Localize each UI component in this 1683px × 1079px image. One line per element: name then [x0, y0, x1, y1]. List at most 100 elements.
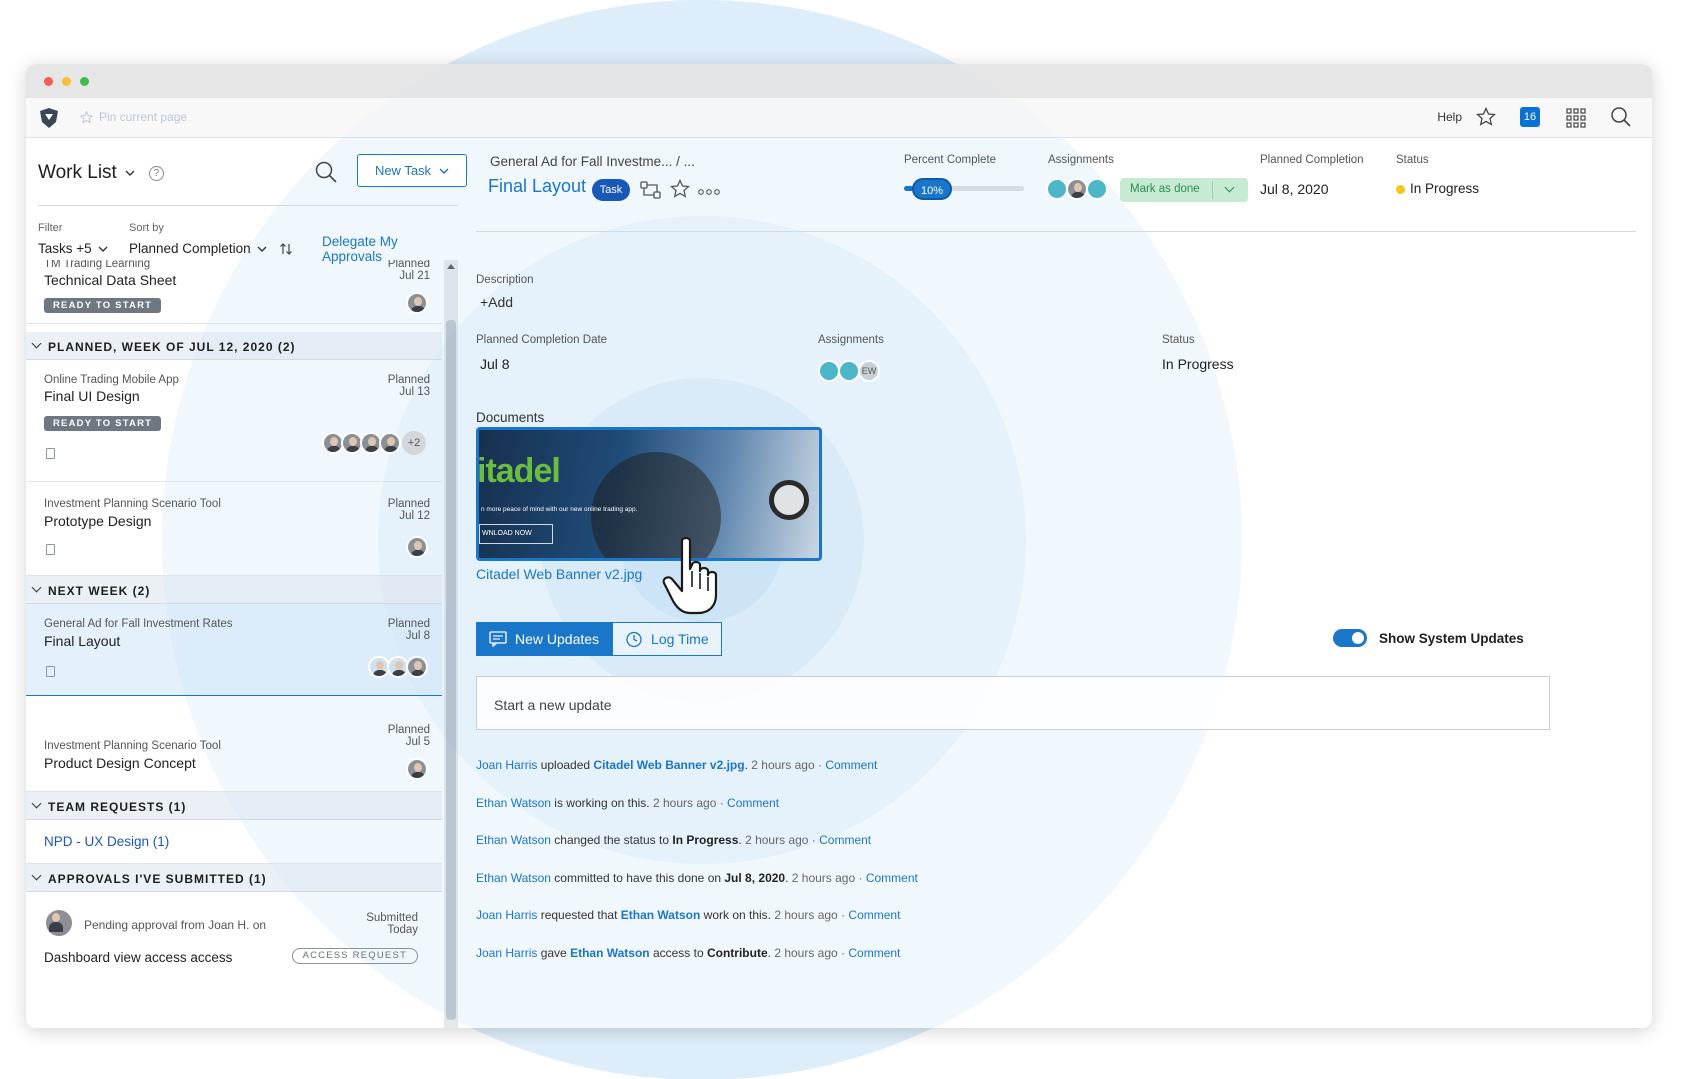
document-thumbnail[interactable]: itadel n more peace of mind with our new…: [476, 427, 822, 561]
new-update-input[interactable]: Start a new update: [476, 676, 1550, 730]
percent-slider-handle[interactable]: 10%: [912, 178, 952, 200]
list-item[interactable]: Online Trading Mobile App Final UI Desig…: [26, 360, 442, 482]
hand-cursor-icon: [662, 536, 718, 615]
team-avatar: [1046, 178, 1068, 200]
sort-value: Planned Completion: [129, 241, 251, 256]
help-circle-icon[interactable]: ?: [148, 165, 164, 181]
avatar: [406, 656, 428, 678]
hierarchy-icon[interactable]: [640, 180, 662, 200]
list-item[interactable]: Investment Planning Scenario Tool Produc…: [26, 696, 442, 792]
approval-item[interactable]: Pending approval from Joan H. on Dashboa…: [26, 892, 442, 982]
work-list-scrollbar[interactable]: [444, 260, 458, 1028]
document-name-link[interactable]: Citadel Web Banner v2.jpg: [476, 566, 642, 582]
tab-log-time-label: Log Time: [651, 631, 709, 647]
tab-new-updates[interactable]: New Updates: [476, 622, 613, 656]
planned-completion-date-value[interactable]: Jul 8: [480, 356, 510, 372]
feed-user-link[interactable]: Ethan Watson: [476, 833, 551, 847]
close-window-button[interactable]: [44, 77, 53, 86]
item-name: Prototype Design: [44, 513, 152, 529]
more-assignees-badge[interactable]: +2: [402, 431, 426, 455]
apps-grid-icon[interactable]: [1566, 108, 1586, 128]
feed-user-link[interactable]: Ethan Watson: [476, 796, 551, 810]
section-header-planned-week[interactable]: PLANNED, WEEK OF JUL 12, 2020 (2): [26, 332, 442, 360]
item-planned: Planned Jul 21: [388, 260, 430, 282]
section-header-approvals[interactable]: APPROVALS I'VE SUBMITTED (1): [26, 864, 442, 892]
feed-comment-link[interactable]: Comment: [825, 758, 877, 772]
feed-time: 2 hours ago: [741, 833, 809, 847]
item-project: Online Trading Mobile App: [44, 374, 179, 386]
system-updates-label: Show System Updates: [1379, 631, 1524, 646]
item-project: Investment Planning Scenario Tool: [44, 740, 221, 752]
favorites-star-icon[interactable]: [1476, 107, 1496, 127]
sort-direction-icon[interactable]: [279, 242, 293, 256]
feed-separator: ·: [855, 870, 866, 885]
favorite-star-icon[interactable]: [670, 179, 690, 199]
system-updates-toggle[interactable]: [1333, 629, 1367, 647]
assignments-label-2: Assignments: [818, 334, 884, 346]
chevron-down-icon[interactable]: [1224, 182, 1235, 193]
document-icon: [46, 666, 55, 677]
filter-dropdown[interactable]: Tasks +5: [38, 241, 108, 256]
task-title[interactable]: Final Layout: [488, 176, 586, 197]
notifications-badge[interactable]: 16: [1520, 107, 1540, 127]
maximize-window-button[interactable]: [80, 77, 89, 86]
feed-comment-link[interactable]: Comment: [819, 833, 871, 847]
feed-tail: access to: [649, 945, 707, 960]
new-task-button[interactable]: New Task: [357, 154, 467, 187]
team-request-link[interactable]: NPD - UX Design (1): [44, 834, 169, 849]
update-placeholder: Start a new update: [494, 697, 612, 713]
list-item[interactable]: Investment Planning Scenario Tool Protot…: [26, 482, 442, 576]
section-header-next-week[interactable]: NEXT WEEK (2): [26, 576, 442, 604]
feed-extra: Contribute: [706, 945, 768, 960]
sort-dropdown[interactable]: Planned Completion: [129, 241, 293, 256]
pin-current-page[interactable]: Pin current page: [80, 110, 187, 124]
scroll-up-arrow-icon[interactable]: [447, 264, 455, 269]
help-link[interactable]: Help: [1437, 110, 1462, 124]
status-value[interactable]: In Progress: [1396, 181, 1479, 196]
feed-tail: work on this.: [700, 908, 772, 922]
tab-log-time[interactable]: Log Time: [612, 622, 722, 656]
feed-separator: ·: [837, 908, 849, 922]
feed-comment-link[interactable]: Comment: [848, 946, 900, 960]
team-avatar: [838, 360, 860, 382]
planned-completion-value[interactable]: Jul 8, 2020: [1260, 181, 1329, 197]
item-name: Product Design Concept: [44, 755, 196, 771]
chevron-down-icon: [125, 170, 135, 176]
feed-user-link[interactable]: Joan Harris: [476, 758, 537, 772]
planned-date: Jul 8: [405, 630, 430, 642]
planned-completion-date-label: Planned Completion Date: [476, 334, 608, 346]
status-value-2[interactable]: In Progress: [1162, 356, 1234, 372]
add-description-link[interactable]: +Add: [480, 294, 513, 310]
feed-target[interactable]: Ethan Watson: [570, 946, 650, 960]
team-avatar: [1086, 178, 1108, 200]
feed-user-link[interactable]: Joan Harris: [476, 908, 537, 922]
list-item[interactable]: TM Trading Learning Technical Data Sheet…: [26, 260, 442, 324]
breadcrumb[interactable]: General Ad for Fall Investme... / ...: [490, 154, 695, 169]
feed-action: gave: [537, 945, 571, 960]
global-search-icon[interactable]: [1610, 106, 1632, 128]
avatar: [406, 292, 428, 314]
item-project: General Ad for Fall Investment Rates: [44, 618, 233, 630]
brand-logo-icon[interactable]: [38, 107, 60, 129]
feed-user-link[interactable]: Joan Harris: [476, 946, 537, 960]
work-list-title[interactable]: Work List ?: [38, 162, 164, 184]
pin-star-icon: [80, 110, 93, 124]
mark-done-separator: [1212, 181, 1213, 199]
section-header-team-requests[interactable]: TEAM REQUESTS (1): [26, 792, 442, 820]
list-item-selected[interactable]: General Ad for Fall Investment Rates Fin…: [26, 604, 442, 696]
initials-avatar: EW: [858, 360, 880, 382]
feed-user-link[interactable]: Ethan Watson: [476, 871, 551, 885]
feed-row: Joan Harris requested that Ethan Watson …: [476, 908, 900, 922]
more-options-icon[interactable]: [698, 188, 720, 196]
item-planned: Planned Jul 5: [388, 724, 430, 748]
mark-as-done-button[interactable]: Mark as done: [1120, 178, 1248, 202]
scrollbar-thumb[interactable]: [446, 320, 456, 1020]
app-window: Pin current page Help 16 Work List ? New…: [26, 64, 1652, 1028]
feed-target[interactable]: Citadel Web Banner v2.jpg: [593, 758, 744, 772]
feed-comment-link[interactable]: Comment: [848, 908, 900, 922]
feed-target[interactable]: Ethan Watson: [621, 908, 701, 922]
work-list-search-icon[interactable]: [314, 160, 338, 184]
minimize-window-button[interactable]: [62, 77, 71, 86]
feed-comment-link[interactable]: Comment: [727, 796, 779, 810]
feed-comment-link[interactable]: Comment: [866, 871, 918, 885]
